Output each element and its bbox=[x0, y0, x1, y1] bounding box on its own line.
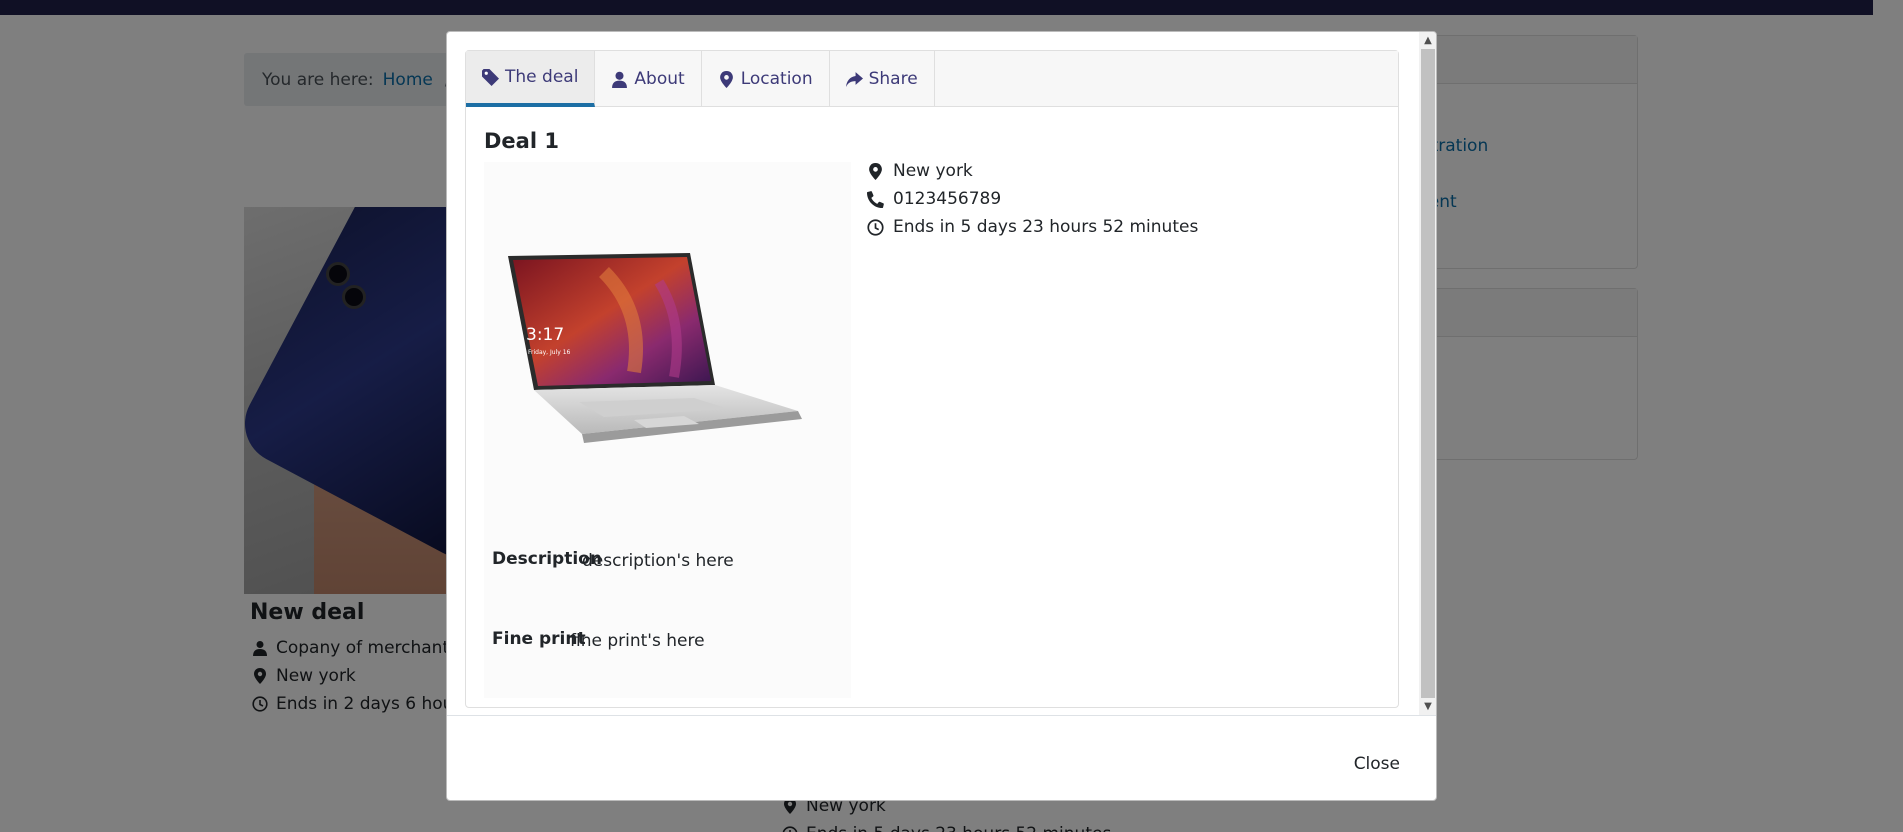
deal-tabs: The deal About Location Share bbox=[466, 51, 1398, 107]
user-icon bbox=[612, 71, 628, 88]
phone-icon bbox=[867, 190, 884, 208]
scroll-up-arrow-icon[interactable]: ▲ bbox=[1419, 32, 1436, 49]
tab-label: About bbox=[634, 69, 685, 89]
deal-location: New york bbox=[867, 161, 973, 181]
map-marker-icon bbox=[719, 70, 733, 88]
tab-share[interactable]: Share bbox=[830, 51, 935, 107]
modal-scrollbar[interactable]: ▲ ▼ bbox=[1419, 32, 1436, 715]
tab-about[interactable]: About bbox=[595, 51, 702, 107]
laptop-date: Friday, July 16 bbox=[528, 349, 571, 356]
deal-title: Deal 1 bbox=[484, 129, 559, 153]
laptop-image: 3:17 Friday, July 16 bbox=[508, 253, 802, 443]
close-button[interactable]: Close bbox=[1354, 754, 1400, 774]
deal-image: 3:17 Friday, July 16 bbox=[484, 162, 851, 528]
tab-label: Share bbox=[868, 69, 918, 89]
deal-ends: Ends in 5 days 23 hours 52 minutes bbox=[867, 217, 1198, 237]
deal-ends-text: Ends in 5 days 23 hours 52 minutes bbox=[893, 217, 1199, 237]
tab-label: Location bbox=[740, 69, 813, 89]
deal-details: Description description's here Fine prin… bbox=[484, 528, 851, 698]
scrollbar-thumb[interactable] bbox=[1421, 49, 1435, 698]
tab-the-deal[interactable]: The deal bbox=[466, 51, 596, 107]
modal-body: The deal About Location Share Deal 1 3:1… bbox=[447, 32, 1419, 715]
tab-location[interactable]: Location bbox=[702, 51, 830, 107]
map-marker-icon bbox=[869, 162, 882, 180]
deal-phone-text: 0123456789 bbox=[893, 189, 1002, 209]
fine-print-value: fine print's here bbox=[570, 631, 705, 651]
tab-label: The deal bbox=[505, 67, 579, 87]
share-icon bbox=[845, 71, 863, 87]
deal-modal: The deal About Location Share Deal 1 3:1… bbox=[446, 31, 1437, 801]
deal-location-text: New york bbox=[893, 161, 973, 181]
scroll-down-arrow-icon[interactable]: ▼ bbox=[1419, 698, 1436, 715]
clock-icon bbox=[867, 218, 884, 236]
deal-phone: 0123456789 bbox=[867, 189, 1001, 209]
tag-icon bbox=[482, 68, 499, 86]
modal-footer: Close bbox=[447, 715, 1436, 800]
laptop-time: 3:17 bbox=[526, 325, 564, 345]
deal-panel: The deal About Location Share Deal 1 3:1… bbox=[465, 50, 1399, 708]
description-value: description's here bbox=[582, 551, 734, 571]
